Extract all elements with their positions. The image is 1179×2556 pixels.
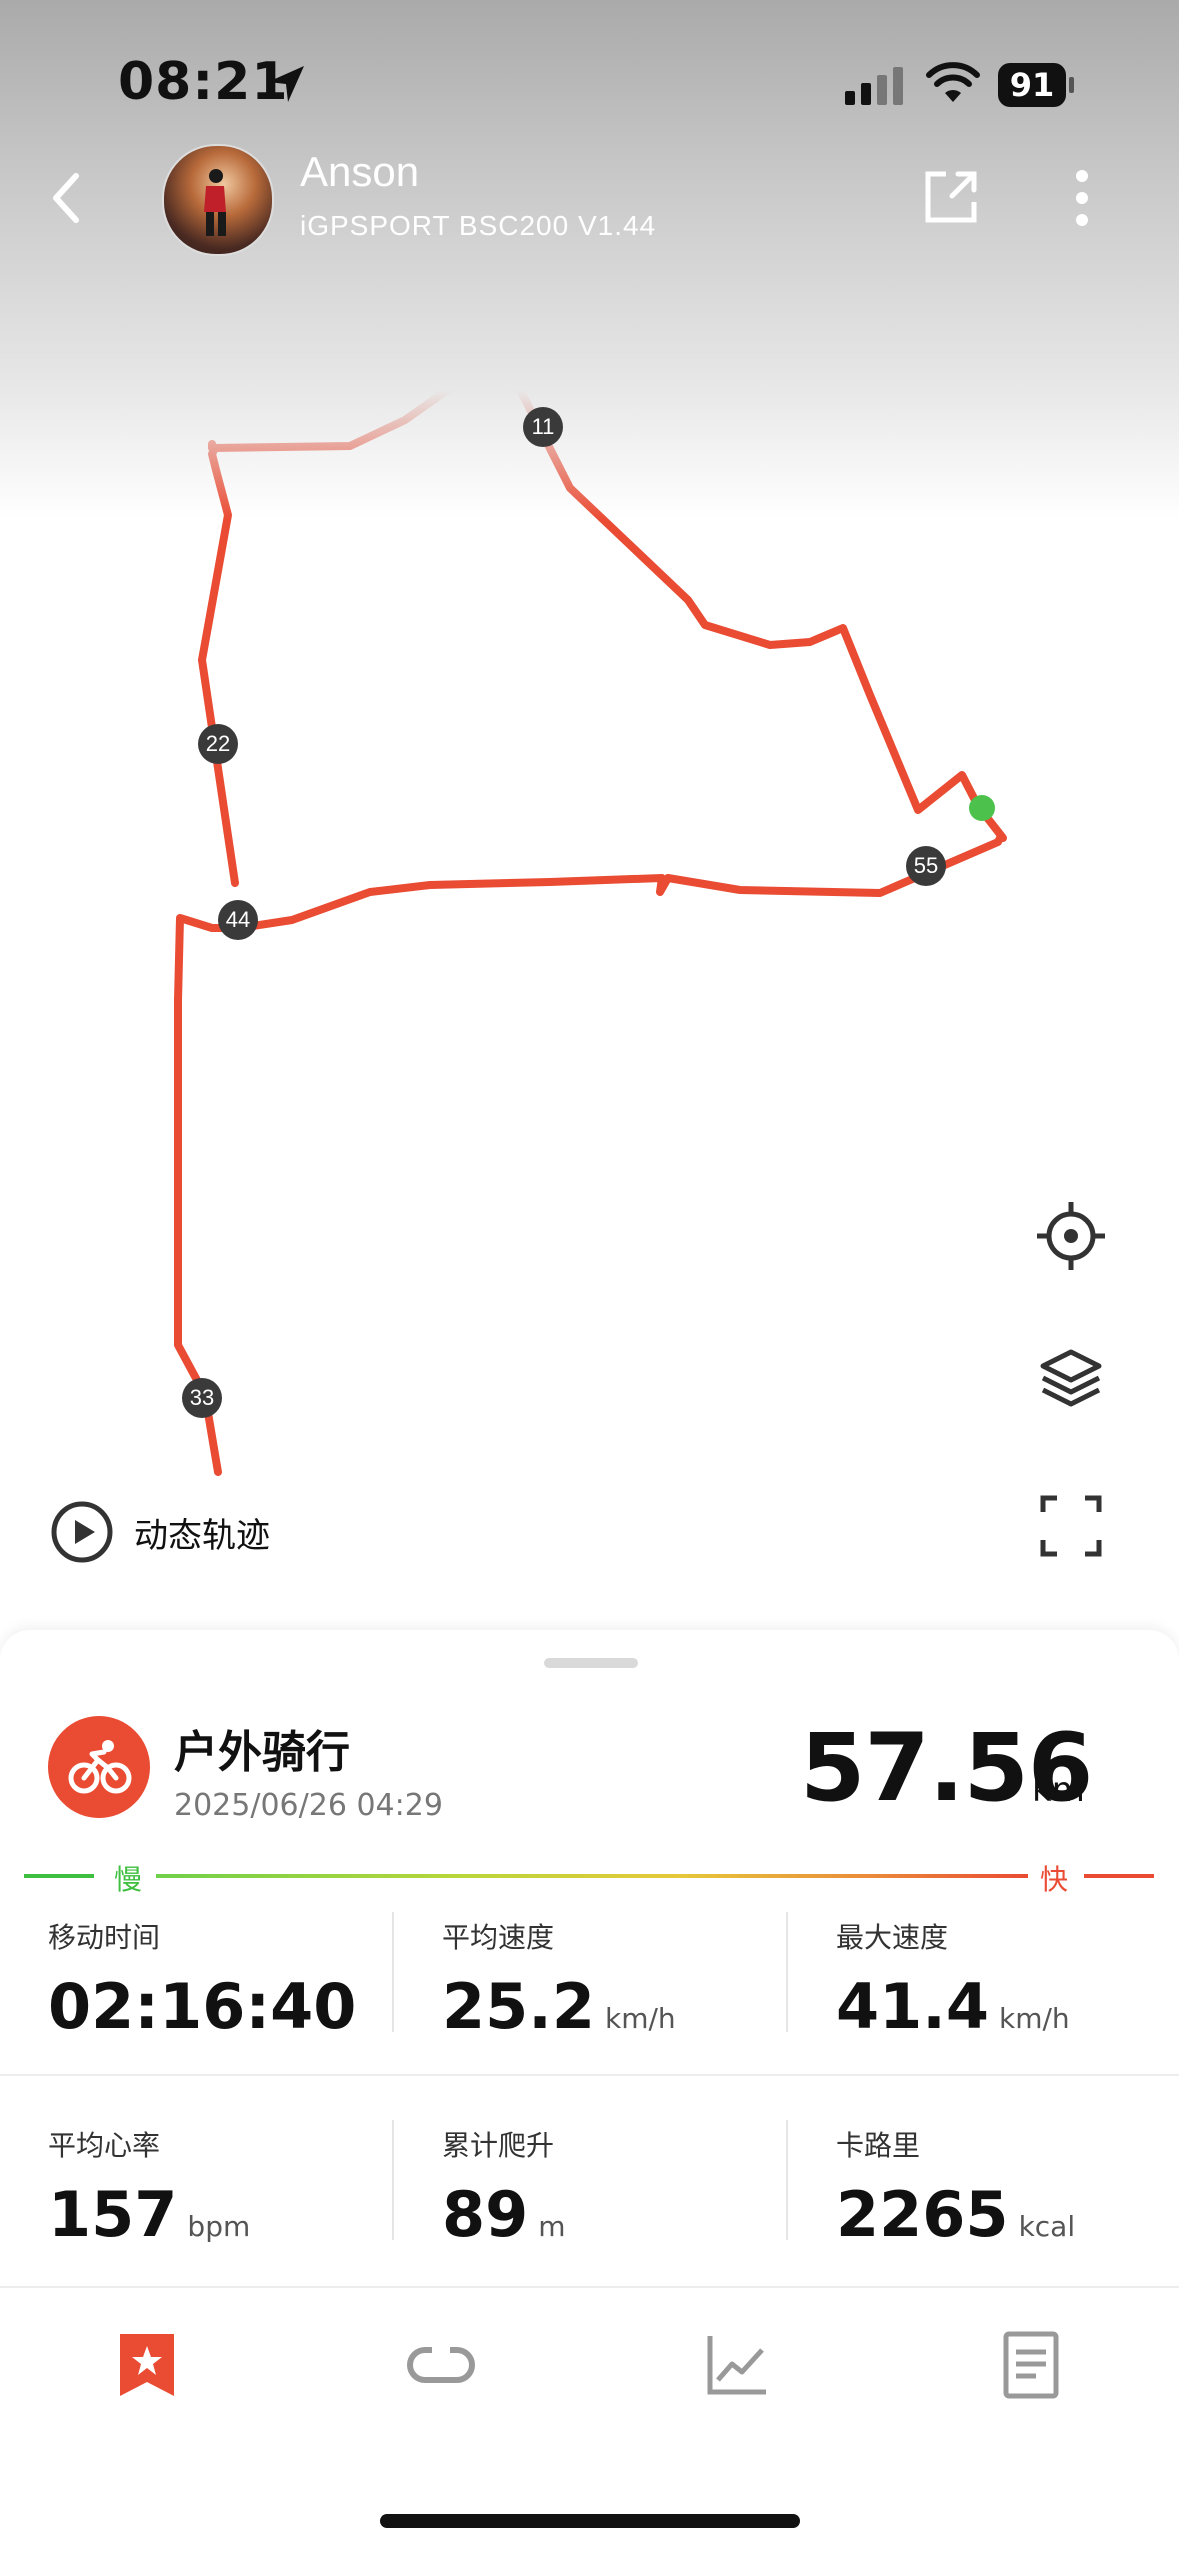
details-icon[interactable] [996, 2330, 1066, 2400]
fullscreen-icon[interactable] [1033, 1488, 1109, 1564]
home-indicator[interactable] [380, 2514, 800, 2528]
stat-unit: m [538, 2210, 566, 2243]
stat-label: 最大速度 [836, 1921, 949, 1954]
stat-unit: km/h [604, 2002, 676, 2035]
km-marker: 11 [523, 407, 563, 447]
km-marker: 55 [906, 846, 946, 886]
summary-icon[interactable] [112, 2330, 182, 2400]
cyclist-photo-icon [204, 169, 226, 236]
drag-handle[interactable] [544, 1658, 638, 1668]
battery-icon: 91 [998, 63, 1074, 107]
stat-value: 89 [442, 2178, 529, 2251]
avatar[interactable] [162, 144, 274, 256]
stat-unit: bpm [187, 2210, 251, 2243]
stat-unit: km/h [998, 2002, 1070, 2035]
stat-elevation-gain: 累计爬升 89 m [442, 2124, 566, 2251]
stat-avg-heart-rate: 平均心率 157 bpm [48, 2124, 250, 2251]
stat-moving-time: 移动时间 02:16:40 [48, 1916, 356, 2043]
stat-value: 157 [48, 2178, 178, 2251]
speed-legend: 慢 快 [24, 1856, 1154, 1896]
activity-type: 户外骑行 [174, 1727, 350, 1778]
wifi-icon [926, 62, 980, 102]
share-icon[interactable] [922, 168, 980, 226]
stat-unit: kcal [1018, 2210, 1076, 2243]
clock: 08:21 [118, 52, 289, 112]
status-bar: 08:21 91 [0, 0, 1179, 150]
stat-value: 02:16:40 [48, 1970, 357, 2043]
stat-calories: 卡路里 2265 kcal [836, 2124, 1075, 2251]
sport-badge [48, 1716, 150, 1818]
layers-icon[interactable] [1033, 1342, 1109, 1418]
playback-label: 动态轨迹 [134, 1515, 270, 1556]
bicycle-icon [68, 1740, 132, 1794]
stat-avg-speed: 平均速度 25.2 km/h [442, 1916, 676, 2043]
km-marker: 33 [182, 1378, 222, 1418]
stat-label: 平均心率 [48, 2129, 161, 2162]
distance-unit: km [1032, 1770, 1085, 1810]
play-icon [51, 1501, 113, 1563]
back-chevron-icon[interactable] [46, 170, 86, 226]
route-track [174, 356, 1007, 1476]
stat-value: 25.2 [442, 1970, 595, 2043]
activity-datetime: 2025/06/26 04:29 [174, 1788, 443, 1823]
km-marker: 22 [198, 724, 238, 764]
stat-value: 41.4 [836, 1970, 989, 2043]
stat-label: 移动时间 [48, 1921, 161, 1954]
stat-label: 累计爬升 [442, 2129, 555, 2162]
km-marker: 44 [218, 900, 258, 940]
stat-value: 2265 [836, 2178, 1009, 2251]
laps-icon[interactable] [406, 2330, 476, 2400]
chart-icon[interactable] [702, 2330, 772, 2400]
location-arrow-icon [268, 66, 304, 102]
more-options-icon[interactable] [1070, 168, 1094, 228]
stat-label: 卡路里 [836, 2129, 921, 2162]
start-point [969, 795, 995, 821]
battery-level: 91 [998, 63, 1066, 107]
playback-button[interactable]: 动态轨迹 [50, 1500, 270, 1564]
stat-max-speed: 最大速度 41.4 km/h [836, 1916, 1070, 2043]
device-name: iGPSPORT BSC200 V1.44 [300, 210, 657, 241]
locate-icon[interactable] [1033, 1198, 1109, 1274]
stat-label: 平均速度 [442, 1921, 555, 1954]
speed-legend-slow: 慢 [114, 1863, 143, 1896]
speed-legend-fast: 快 [1040, 1863, 1069, 1896]
bottom-tab-bar [0, 2290, 1179, 2470]
cellular-signal-icon [845, 67, 903, 105]
user-name[interactable]: Anson [300, 148, 419, 196]
